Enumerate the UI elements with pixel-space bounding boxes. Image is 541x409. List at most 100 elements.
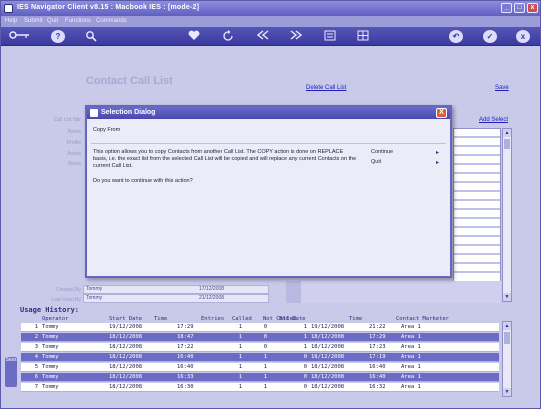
list-item[interactable] [454,129,500,138]
table-row[interactable]: 3 Tommy 18/12/2008 17:22 1 0 1 18/12/2008 17:23 A… [21,343,499,352]
back-icon[interactable]: ↶ [449,30,463,43]
start-time-cell: 16:30 [177,384,194,390]
last-used-by-label: Last Used By [51,297,81,303]
not-called-cell: 1 [303,334,307,340]
continue-option[interactable]: Continue ▸ [371,149,439,157]
called-cell: 1 [263,354,267,360]
list-item[interactable] [454,246,500,255]
dialog-icon [90,109,98,117]
entries-cell: 1 [238,384,242,390]
dialog-titlebar[interactable]: Selection Dialog X [87,107,450,119]
entries-cell: 1 [238,334,242,340]
contact-marketer-cell: Area 1 [401,354,421,360]
list-item[interactable] [454,174,500,183]
menu-commands[interactable]: Commands [96,18,127,24]
session-tab-label: Sess [5,357,17,363]
history-scrollbar[interactable]: ▲ ▼ [502,321,512,397]
call-list-nbr-label: Call List Nbr [53,117,81,123]
start-date-cell: 18/12/2008 [109,344,143,350]
column-header-end-time: Time [349,316,363,322]
end-time-cell: 16:32 [369,384,386,390]
end-time-cell: 17:23 [369,344,386,350]
refresh-icon[interactable] [221,30,235,43]
row-number: 5 [34,364,38,370]
scroll-up-icon[interactable]: ▲ [503,322,511,330]
list-item[interactable] [454,228,500,237]
table-row[interactable]: 1 Tommy 19/12/2008 17:29 1 0 1 19/12/2008 21:22 A… [21,323,499,332]
active-label: Active [67,151,81,157]
list-item[interactable] [454,138,500,147]
scroll-up-icon[interactable]: ▲ [503,129,511,137]
minimize-button[interactable]: _ [501,3,512,13]
maximize-button[interactable]: □ [514,3,525,13]
key-icon[interactable] [9,30,31,43]
contacts-list[interactable] [453,128,501,302]
column-header-entries: Entries [201,316,225,322]
session-tab[interactable]: Sess [5,357,17,387]
scroll-down-icon[interactable]: ▼ [503,293,511,301]
list-item[interactable] [454,165,500,174]
quit-option[interactable]: Quit ▸ [371,159,439,167]
list-item[interactable] [454,264,500,273]
menu-quit[interactable]: Quit [47,18,58,24]
dialog-close-button[interactable]: X [436,108,447,118]
called-cell: 1 [263,364,267,370]
check-icon[interactable]: ✓ [483,30,497,43]
table-row[interactable]: 4 Tommy 18/12/2008 16:40 1 1 0 18/12/2008 17:19 A… [21,353,499,362]
dialog-question: Do you want to continue with this action… [93,178,193,184]
next-icon[interactable] [289,30,303,43]
first-icon[interactable] [256,30,270,43]
not-called-cell: 0 [303,354,307,360]
close-icon[interactable]: x [516,30,530,43]
list-item[interactable] [454,255,500,264]
save-link[interactable]: Save [495,85,509,91]
grid-icon[interactable] [356,30,370,43]
created-date-value: 17/12/2008 [199,286,225,292]
list-item[interactable] [454,237,500,246]
list-item[interactable] [454,219,500,228]
menu-functions[interactable]: Functions [65,18,91,24]
end-date-cell: 18/12/2008 [311,334,345,340]
dialog-title: Selection Dialog [101,109,156,116]
not-called-cell: 0 [303,374,307,380]
scroll-thumb[interactable] [504,139,510,149]
list-icon[interactable] [323,30,337,43]
name-label: Name [67,129,81,135]
scroll-thumb[interactable] [504,332,510,344]
delete-call-list-link[interactable]: Delete Call List [306,85,346,91]
table-row[interactable]: 5 Tommy 18/12/2008 16:40 1 1 0 18/12/2008 16:40 A… [21,363,499,372]
start-date-cell: 18/12/2008 [109,334,143,340]
end-date-cell: 18/12/2008 [311,354,345,360]
add-select-link[interactable]: Add Select [479,117,508,123]
window-close-button[interactable]: x [527,3,538,13]
help-icon[interactable]: ? [51,30,65,43]
heart-icon[interactable] [187,30,201,43]
table-row[interactable]: 7 Tommy 18/12/2008 16:30 1 1 0 18/12/2008 16:32 A… [21,383,499,392]
quit-option-label: Quit [371,159,382,165]
entries-cell: 1 [238,374,242,380]
column-header-start-date: Start Date [109,316,143,322]
end-time-cell: 16:40 [369,364,386,370]
menu-submit[interactable]: Submit [24,18,43,24]
list-item[interactable] [454,156,500,165]
not-called-cell: 1 [303,324,307,330]
list-item[interactable] [454,183,500,192]
contacts-scrollbar[interactable]: ▲ ▼ [502,128,512,302]
end-date-cell: 19/12/2008 [311,324,345,330]
table-row[interactable]: 2 Tommy 18/12/2008 18:47 1 0 1 18/12/2008 17:29 A… [21,333,499,342]
list-item[interactable] [454,201,500,210]
start-time-cell: 18:47 [177,334,194,340]
chevron-right-icon: ▸ [435,160,439,166]
start-time-cell: 16:40 [177,354,194,360]
list-item[interactable] [454,147,500,156]
info-panel [301,281,501,303]
called-cell: 1 [263,374,267,380]
list-item[interactable] [454,210,500,219]
table-row[interactable]: 6 Tommy 18/12/2008 16:33 1 1 0 18/12/2008 16:40 A… [21,373,499,382]
scroll-down-icon[interactable]: ▼ [503,388,511,396]
search-icon[interactable] [84,30,98,43]
menu-help[interactable]: Help [5,18,17,24]
divider-block [286,281,302,303]
window-titlebar[interactable]: IES Navigator Client v8.15 : Macbook IES… [1,1,540,16]
list-item[interactable] [454,192,500,201]
